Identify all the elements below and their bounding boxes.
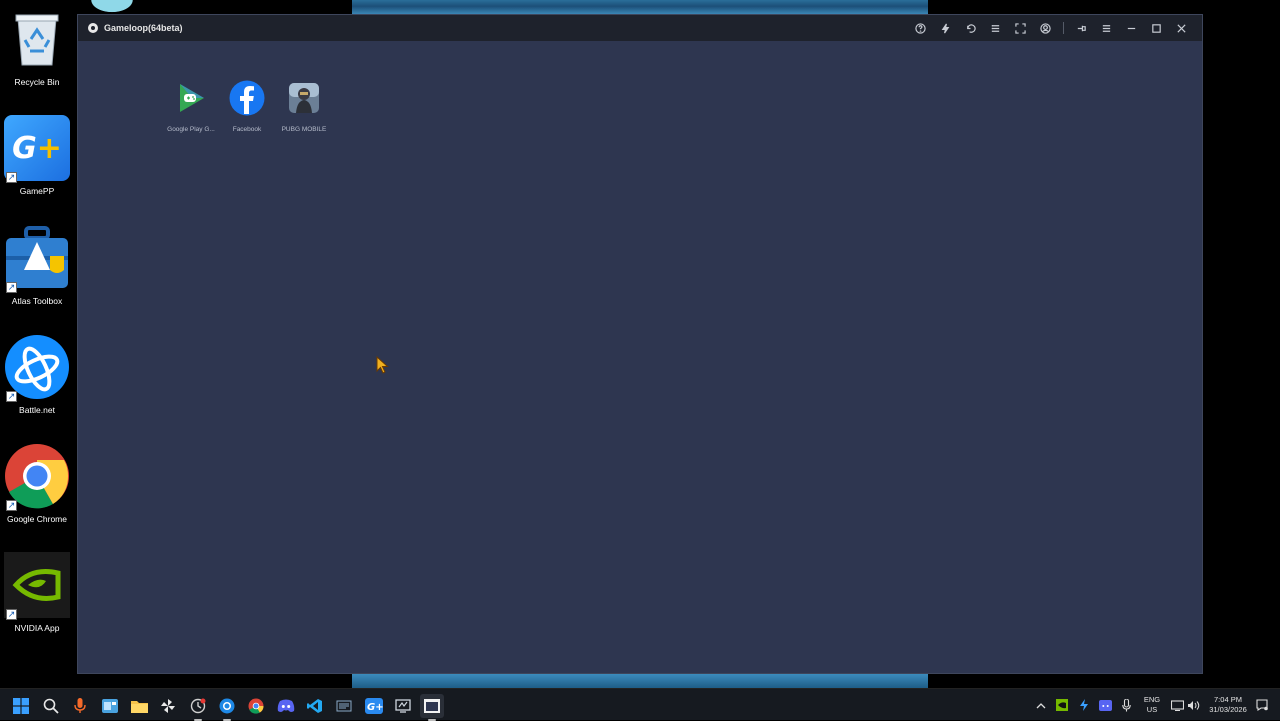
desktop-icon-label: Atlas Toolbox	[11, 296, 63, 306]
volume-tray-icon[interactable]	[1185, 689, 1201, 721]
wallpaper-fragment	[88, 0, 136, 14]
gamepp-icon[interactable]: G+	[362, 694, 386, 718]
clock-app-icon[interactable]	[186, 694, 210, 721]
svg-text:G+: G+	[367, 702, 383, 713]
app-label: Google Play G...	[167, 126, 215, 133]
network-tray-icon[interactable]	[1076, 689, 1092, 721]
app-label: Facebook	[232, 126, 262, 133]
facebook-icon	[229, 80, 265, 116]
chrome-icon: ↗	[4, 443, 70, 511]
pinwheel-icon[interactable]	[156, 694, 180, 718]
boost-icon[interactable]	[933, 15, 958, 41]
desktop-icon-chrome[interactable]: ↗ Google Chrome	[0, 443, 74, 524]
clock-date: 31/03/2026	[1209, 705, 1247, 714]
shortcut-arrow-icon: ↗	[6, 172, 17, 183]
desktop-icon-label: GamePP	[19, 186, 55, 196]
desktop-icon-atlas-toolbox[interactable]: ↗ Atlas Toolbox	[0, 225, 74, 306]
widgets-icon[interactable]	[98, 694, 122, 718]
desktop-icon-label: Recycle Bin	[14, 77, 60, 87]
window-titlebar[interactable]: Gameloop(64beta)	[78, 15, 1202, 41]
shortcut-arrow-icon: ↗	[6, 282, 17, 293]
maximize-icon[interactable]	[1144, 15, 1169, 41]
file-explorer-icon[interactable]	[127, 694, 151, 718]
wallpaper-bottom	[352, 674, 928, 688]
desktop-icon-label: NVIDIA App	[14, 623, 60, 633]
gameloop-icon[interactable]	[420, 694, 444, 721]
recycle-bin-icon	[4, 6, 70, 72]
wifi-tray-icon[interactable]	[1169, 689, 1185, 721]
gameloop-logo-icon	[88, 23, 98, 33]
toolbar-divider	[1063, 22, 1064, 34]
microphone-tray-icon[interactable]	[1118, 689, 1134, 721]
android-home-screen[interactable]: Google Play G... Facebook PUBG MOBILE	[78, 41, 1202, 673]
nvidia-icon: ↗	[4, 552, 70, 620]
fullscreen-icon[interactable]	[1008, 15, 1033, 41]
app-facebook[interactable]: Facebook	[217, 80, 277, 133]
app-google-play-games[interactable]: Google Play G...	[161, 80, 221, 133]
edge-icon[interactable]	[215, 694, 239, 721]
desktop-icon-gamepp[interactable]: G+ ↗ GamePP	[0, 115, 74, 196]
shortcut-arrow-icon: ↗	[6, 609, 17, 620]
battle-net-icon: ↗	[4, 334, 70, 402]
language-region: US	[1146, 705, 1158, 714]
screen-tool-icon[interactable]	[391, 694, 415, 718]
wallpaper-top	[352, 0, 928, 14]
clock[interactable]: 7:04 PM 31/03/2026	[1205, 689, 1251, 721]
desktop-icon-recycle-bin[interactable]: Recycle Bin	[0, 6, 74, 87]
shortcut-arrow-icon: ↗	[6, 391, 17, 402]
shortcut-arrow-icon: ↗	[6, 500, 17, 511]
pin-icon[interactable]	[1069, 15, 1094, 41]
list-icon[interactable]	[983, 15, 1008, 41]
taskbar: G+ ENG US 7:04 PM 31/03/2026	[0, 688, 1280, 721]
gameloop-window: Gameloop(64beta) Google Play G... Facebo…	[77, 14, 1203, 674]
language-code: ENG	[1143, 695, 1161, 704]
nvidia-tray-icon[interactable]	[1054, 689, 1070, 721]
minimize-icon[interactable]	[1119, 15, 1144, 41]
discord-tray-icon[interactable]	[1097, 689, 1113, 721]
gamepp-icon: G+ ↗	[4, 115, 70, 183]
discord-icon[interactable]	[274, 694, 298, 718]
window-title: Gameloop(64beta)	[104, 23, 183, 33]
search-icon[interactable]	[39, 694, 63, 718]
chrome-icon[interactable]	[244, 694, 268, 718]
menu-icon[interactable]	[1094, 15, 1119, 41]
desktop-icon-label: Google Chrome	[6, 514, 67, 524]
google-play-games-icon	[173, 80, 209, 116]
vscode-icon[interactable]	[303, 694, 327, 718]
window-toolbar	[908, 15, 1194, 41]
back-icon[interactable]	[958, 15, 983, 41]
desktop-icon-battle-net[interactable]: ↗ Battle.net	[0, 334, 74, 415]
clock-time: 7:04 PM	[1214, 695, 1242, 704]
start-icon[interactable]	[9, 694, 33, 718]
show-hidden-icons-icon[interactable]	[1033, 689, 1049, 721]
app-pubg-mobile[interactable]: PUBG MOBILE	[274, 80, 334, 133]
desktop-icon-label: Battle.net	[19, 405, 55, 415]
mouse-cursor-icon	[376, 356, 389, 374]
notification-icon[interactable]	[1254, 689, 1270, 721]
atlas-toolbox-icon: ↗	[4, 225, 70, 293]
notes-icon[interactable]	[332, 694, 356, 718]
pubg-mobile-icon	[286, 80, 322, 116]
app-label: PUBG MOBILE	[281, 126, 327, 133]
account-icon[interactable]	[1033, 15, 1058, 41]
desktop: Recycle Bin G+ ↗ GamePP ↗ Atlas Toolbox	[0, 0, 1280, 688]
desktop-icon-nvidia[interactable]: ↗ NVIDIA App	[0, 552, 74, 633]
close-icon[interactable]	[1169, 15, 1194, 41]
help-icon[interactable]	[908, 15, 933, 41]
language-indicator[interactable]: ENG US	[1140, 689, 1164, 721]
microphone-icon[interactable]	[68, 694, 92, 718]
